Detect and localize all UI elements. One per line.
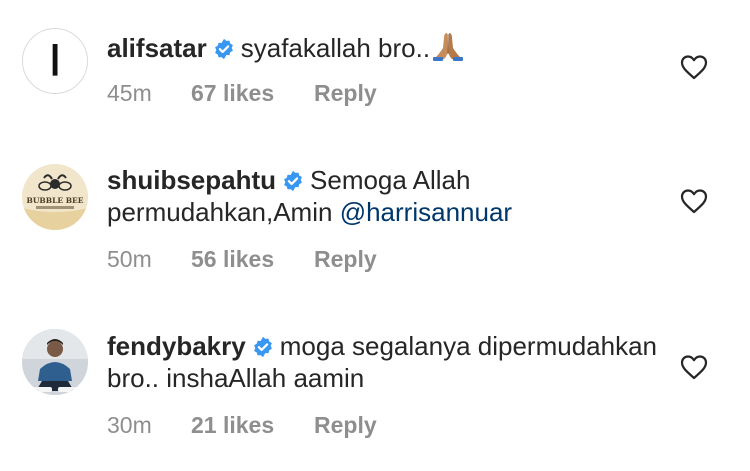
avatar-glyph: ا xyxy=(49,38,60,85)
mention-link[interactable]: @harrisannuar xyxy=(340,197,512,227)
heart-icon[interactable] xyxy=(680,354,708,380)
heart-icon[interactable] xyxy=(680,188,708,214)
reply-button[interactable]: Reply xyxy=(314,246,377,273)
comment-body: fendybakry moga segalanya dipermudahkan b… xyxy=(107,330,660,394)
comment-meta: 50m 56 likes Reply xyxy=(107,246,377,273)
avatar[interactable] xyxy=(22,329,88,395)
verified-badge-icon xyxy=(214,38,233,60)
timestamp: 50m xyxy=(107,246,152,272)
comment-text: syafakallah bro.. xyxy=(240,33,431,63)
comment-meta: 30m 21 likes Reply xyxy=(107,412,377,439)
likes-count[interactable]: 56 likes xyxy=(191,246,314,273)
reply-button[interactable]: Reply xyxy=(314,80,377,107)
avatar[interactable]: BUBBLE BEE xyxy=(22,164,88,230)
username[interactable]: shuibsepahtu xyxy=(107,165,276,195)
comment-body: alifsatar syafakallah bro.. xyxy=(107,30,660,64)
avatar-logo-text: BUBBLE BEE xyxy=(27,196,84,205)
username[interactable]: fendybakry xyxy=(107,331,246,361)
timestamp: 45m xyxy=(107,80,152,106)
heart-icon[interactable] xyxy=(680,54,708,80)
likes-count[interactable]: 21 likes xyxy=(191,412,314,439)
timestamp: 30m xyxy=(107,412,152,438)
comment-meta: 45m 67 likes Reply xyxy=(107,80,377,107)
reply-button[interactable]: Reply xyxy=(314,412,377,439)
verified-badge-icon xyxy=(284,170,302,192)
comment-body: shuibsepahtu Semoga Allah permudahkan,Ami… xyxy=(107,164,660,228)
verified-badge-icon xyxy=(253,336,272,358)
likes-count[interactable]: 67 likes xyxy=(191,80,314,107)
folded-hands-icon xyxy=(433,33,464,61)
username[interactable]: alifsatar xyxy=(107,33,207,63)
avatar[interactable]: ا xyxy=(22,28,88,94)
